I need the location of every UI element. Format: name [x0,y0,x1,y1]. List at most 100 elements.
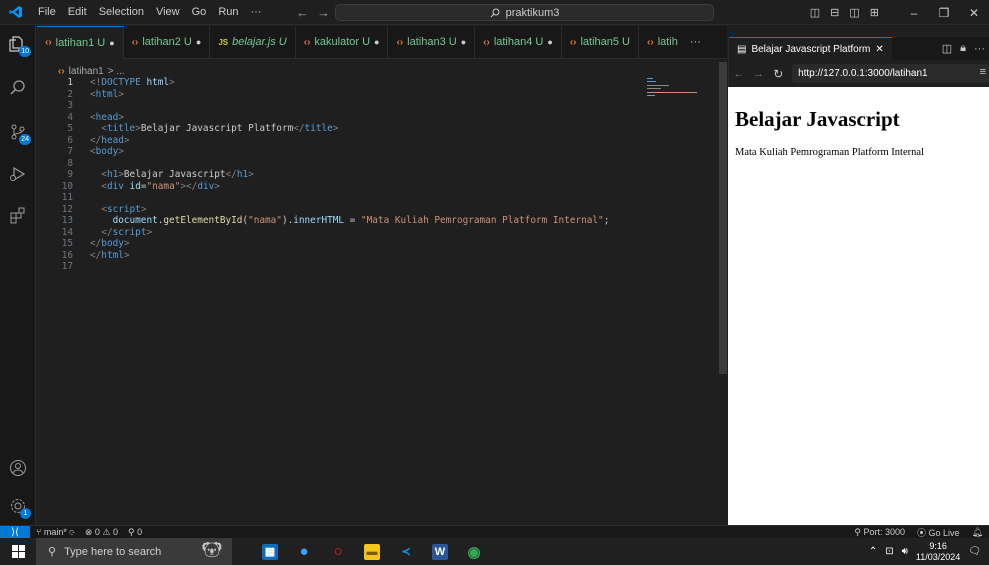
problems-indicator[interactable]: ⊗ 0 ⚠ 0 [85,527,118,538]
code-line[interactable]: 4 <head> [37,112,124,124]
code-line[interactable]: 2 <html> [37,89,124,101]
html-icon: ‹› [396,36,404,48]
vscode-app-icon[interactable]: ≺ [398,544,414,560]
code-line[interactable]: 9 <h1>Belajar Javascript</h1> [37,169,253,181]
minimize-button[interactable]: – [899,6,929,20]
restore-button[interactable]: ❐ [929,6,959,20]
code-line[interactable]: 5 <title>Belajar Javascript Platform</ti… [37,123,338,135]
code-line[interactable]: 12 <script> [37,204,147,216]
back-arrow-icon[interactable]: ← [296,5,309,20]
reload-icon[interactable]: ↻ [768,67,788,81]
volume-icon[interactable]: 🔊︎ [902,546,908,557]
tab-latihan4[interactable]: ‹› latihan4 U ● [475,25,562,59]
page-paragraph: Mata Kuliah Pemrograman Platform Interna… [735,147,924,158]
back-arrow-icon[interactable]: ← [729,68,749,80]
close-tab-icon[interactable]: ✕ [875,44,883,55]
close-button[interactable]: ✕ [959,6,989,20]
toggle-primary-sidebar-icon[interactable]: ◫ [810,6,820,19]
account-icon[interactable] [0,453,36,483]
more-tabs-icon[interactable]: ··· [690,36,701,48]
html-icon: ‹› [131,36,139,48]
menu-go[interactable]: Go [186,0,213,25]
toggle-secondary-sidebar-icon[interactable]: ◫ [849,6,859,19]
code-text: document.getElementById("nama").innerHTM… [112,215,610,227]
port-indicator[interactable]: ⚲ Port: 3000 [854,527,905,538]
tab-latihan2[interactable]: ‹› latihan2 U ● [124,25,211,59]
command-center-search[interactable]: praktikum3 [335,4,714,21]
chrome-app-icon[interactable]: ◉ [466,544,482,561]
ports-indicator[interactable]: ⚲ 0 [128,527,142,538]
minimap[interactable] [647,76,717,106]
remote-icon[interactable]: ⟩⟨ [0,525,30,539]
code-line[interactable]: 11 [37,192,73,204]
clock[interactable]: 9:16 11/03/2024 [916,541,960,563]
code-line[interactable]: 13 document.getElementById("nama").inner… [37,215,610,227]
code-line[interactable]: 15 </body> [37,238,130,250]
code-line[interactable]: 3 [37,100,73,112]
word-app-icon[interactable]: W [432,543,448,560]
tab-latihan1[interactable]: ‹› latihan1 U ● [37,25,124,59]
forward-arrow-icon[interactable]: → [749,68,769,80]
code-line[interactable]: 1 <!DOCTYPE html> [37,77,174,89]
edge-app-icon[interactable]: ● [296,543,312,560]
chevron-up-icon[interactable]: ⌃ [869,546,877,557]
source-control-icon[interactable]: 24 [0,117,36,147]
nav-arrows: ← → [296,0,330,25]
notifications-bell-icon[interactable]: 🔔︎ [972,527,983,538]
html-icon: ‹› [45,37,52,48]
code-line[interactable]: 17 [37,261,73,273]
more-actions-icon[interactable]: ··· [974,43,985,55]
menu-view[interactable]: View [150,0,186,25]
tab-latihan5[interactable]: ‹› latihan5 U [562,25,640,59]
preview-tab-bar: ▤ Belajar Javascript Platform ✕ ◫ 🔒︎ ··· [728,37,989,60]
search-icon[interactable] [0,73,36,103]
file-explorer-app-icon[interactable]: ▬ [364,543,380,560]
menu-more[interactable]: ··· [245,0,268,25]
network-icon[interactable]: ⊡ [885,546,893,557]
run-debug-icon[interactable] [0,159,36,189]
settings-gear-icon[interactable]: 1 [0,491,36,521]
code-line[interactable]: 10 <div id="nama"></div> [37,181,220,193]
taskbar-search[interactable]: ⚲ Type here to search 🐨︎ [36,538,232,565]
menu-selection[interactable]: Selection [93,0,150,25]
code-editor[interactable]: 1 <!DOCTYPE html> 2 <html> 3 4 <head> 5 <title>… [37,77,727,524]
split-editor-icon[interactable]: ◫ [942,42,952,55]
customize-layout-icon[interactable]: ⊞ [870,6,879,19]
branch-indicator[interactable]: ⑂ main* ⟳ [36,527,75,538]
opera-app-icon[interactable]: ○ [330,543,346,560]
breadcrumb-file[interactable]: latihan1 [69,66,104,77]
explorer-icon[interactable]: 10 [0,29,36,59]
code-line[interactable]: 16 </html> [37,250,130,262]
preview-page: Belajar Javascript Mata Kuliah Pemrogram… [728,87,989,525]
tab-belajar-js[interactable]: JS belajar.js U [210,25,296,59]
tab-kakulator[interactable]: ‹› kakulator U ● [296,25,389,59]
toggle-panel-icon[interactable]: ⊟ [830,6,839,19]
code-line[interactable]: 7 <body> [37,146,124,158]
lock-icon[interactable]: 🔒︎ [960,42,966,55]
code-line[interactable]: 8 [37,158,73,170]
tab-preview[interactable]: ▤ Belajar Javascript Platform ✕ [729,37,892,60]
code-line[interactable]: 14 </script> [37,227,152,239]
taskbar-search-placeholder: Type here to search [64,545,162,558]
hamburger-menu-icon[interactable]: ≡ [980,66,986,78]
line-number: 11 [61,192,73,204]
tab-latih[interactable]: ‹› latih [639,26,686,59]
extensions-icon[interactable] [0,201,36,231]
line-number: 5 [67,123,73,135]
code-text: <!DOCTYPE html> [90,77,175,89]
search-highlight-image: 🐨︎ [201,542,222,559]
menu-run[interactable]: Run [212,0,244,25]
breadcrumb-sep[interactable]: > ... [108,66,125,77]
tab-latihan3[interactable]: ‹› latihan3 U ● [388,25,476,59]
menu-file[interactable]: File [32,0,62,25]
windows-start-icon[interactable] [0,538,36,565]
notification-center-icon[interactable]: 🗨︎ [968,546,981,557]
calculator-app-icon[interactable]: ▦ [262,543,278,560]
editor-scrollbar[interactable] [719,62,727,374]
forward-arrow-icon[interactable]: → [317,5,330,20]
url-input[interactable]: http://127.0.0.1:3000/latihan1 [792,64,989,83]
code-text: <div id="nama"></div> [101,180,220,192]
code-line[interactable]: 6 </head> [37,135,129,147]
menu-edit[interactable]: Edit [62,0,93,25]
clock-time: 9:16 [929,540,947,551]
